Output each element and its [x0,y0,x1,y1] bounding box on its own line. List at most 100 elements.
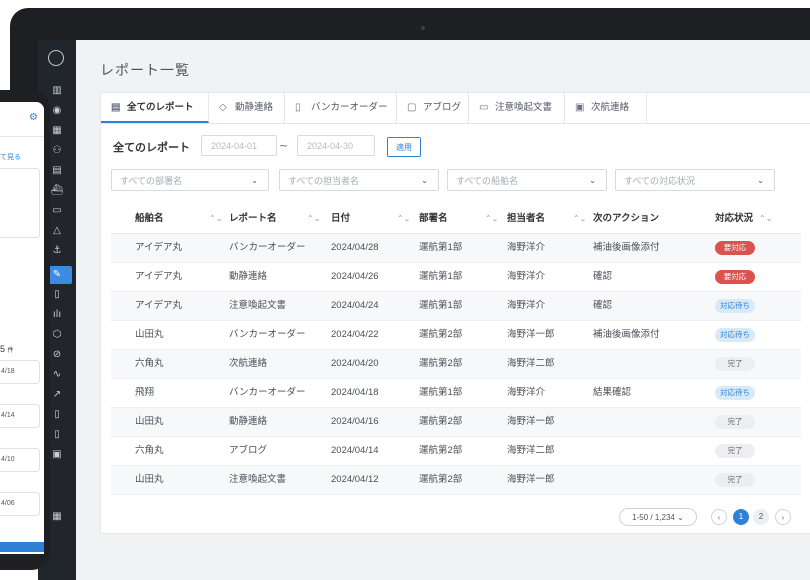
id-card-icon[interactable]: ▤ [50,164,64,178]
date-from-input[interactable]: 2024-04-01 [201,135,277,156]
file-icon[interactable]: ▯ [50,408,64,422]
cell-report: 動静連絡 [229,416,268,427]
building-icon[interactable]: ▦ [50,510,64,524]
tab-bunker-order[interactable]: ▯ バンカーオーダー [285,93,397,123]
table-row[interactable]: 山田丸 動静連絡 2024/04/16 運航第2部 海野洋一郎 完了 [111,408,801,437]
cell-date: 2024/04/16 [331,416,379,427]
person-select[interactable]: すべての担当者名 ⌄ [279,169,439,191]
message-icon: ▭ [479,102,489,113]
column-header-date[interactable]: 日付 [331,205,350,233]
date-to-input[interactable]: 2024-04-30 [297,135,375,156]
cell-date: 2024/04/22 [331,329,379,340]
tab-label: バンカーオーダー [311,102,388,113]
column-header-next-action[interactable]: 次のアクション [593,205,659,233]
column-header-ship[interactable]: 船舶名 [135,205,164,233]
status-badge: 対応待ち [715,299,755,313]
camera-icon[interactable]: ▭ [50,204,64,218]
pulse-icon[interactable]: ∿ [50,368,64,382]
cell-ship: 六角丸 [135,358,164,369]
sort-icon[interactable]: ⌃⌄ [397,205,410,233]
column-header-department[interactable]: 部署名 [419,205,448,233]
ship-select[interactable]: すべての船舶名 ⌄ [447,169,607,191]
sort-icon[interactable]: ⌃⌄ [759,205,772,233]
table-row[interactable]: アイデア丸 動静連絡 2024/04/26 運航第1部 海野洋介 確認 要対応 [111,263,801,292]
sort-icon[interactable]: ⌃⌄ [573,205,586,233]
tab-caution-document[interactable]: ▭ 注意喚起文書 [469,93,565,123]
document-icon: ▤ [111,102,121,113]
column-header-status[interactable]: 対応状況 [715,205,753,233]
tab-bar: ▤ 全てのレポート ◇ 動静連絡 ▯ バンカーオーダー ▢ アブログ ▭ 注意喚起文書 ▣… [101,93,810,124]
table-row[interactable]: 六角丸 アブログ 2024/04/14 運航第2部 海野洋二郎 完了 [111,437,801,466]
department-select[interactable]: すべての部署名 ⌄ [111,169,269,191]
shield-icon[interactable]: ⬡ [50,328,64,342]
page-1-button[interactable]: 1 [733,509,749,525]
page-size-select[interactable]: 1-50 / 1,234 ⌄ [619,508,697,526]
document-icon[interactable]: ▯ [50,288,64,302]
cell-dept: 運航第1部 [419,242,463,253]
status-badge: 要対応 [715,270,755,284]
file-text-icon[interactable]: ▯ [50,428,64,442]
table-row[interactable]: 六角丸 次航連絡 2024/04/20 運航第2部 海野洋二郎 完了 [111,350,801,379]
sort-icon[interactable]: ⌃⌄ [485,205,498,233]
phone-frame: ⚙ て見る 5 件 4/18 4/14 4/10 4/06 [0,90,50,570]
trend-icon[interactable]: ↗ [50,388,64,402]
phone-list-item[interactable]: 4/18 [0,360,40,384]
tab-movement[interactable]: ◇ 動静連絡 [209,93,285,123]
clipboard-icon: ▢ [407,102,417,113]
edit-icon[interactable]: ✎ [50,268,64,282]
cell-dept: 運航第2部 [419,474,463,485]
cell-date: 2024/04/12 [331,474,379,485]
tab-label: 動静連絡 [235,102,274,113]
apply-button[interactable]: 適用 [387,137,421,157]
cell-person: 海野洋二郎 [507,445,555,456]
table-row[interactable]: アイデア丸 注意喚起文書 2024/04/24 運航第1部 海野洋介 確認 対応待ち [111,292,801,321]
cell-ship: アイデア丸 [135,271,183,282]
film-icon[interactable]: ▦ [50,124,64,138]
phone-list-item[interactable]: 4/06 [0,492,40,516]
cell-ship: アイデア丸 [135,300,183,311]
sort-icon[interactable]: ⌃⌄ [209,205,222,233]
cell-date: 2024/04/24 [331,300,379,311]
ship-icon[interactable]: ⛴ [50,184,64,198]
select-placeholder: すべての担当者名 [288,176,360,186]
table-row[interactable]: アイデア丸 バンカーオーダー 2024/04/28 運航第1部 海野洋介 補油後画像添付 要… [111,234,801,263]
compass-icon[interactable]: ⊘ [50,348,64,362]
prev-page-button[interactable]: ‹ [711,509,727,525]
column-header-person[interactable]: 担当者名 [507,205,545,233]
cell-action: 確認 [593,271,613,282]
anchor-icon[interactable]: ⚓ [50,244,64,258]
page-2-button[interactable]: 2 [753,509,769,525]
table-row[interactable]: 山田丸 バンカーオーダー 2024/04/22 運航第2部 海野洋一郎 補油後画像添付 対応… [111,321,801,350]
phone-see-more-link[interactable]: て見る [0,152,21,162]
status-badge: 完了 [715,444,755,458]
table-row[interactable]: 飛翔 バンカーオーダー 2024/04/18 運航第1部 海野洋介 結果確認 対応待ち [111,379,801,408]
status-select[interactable]: すべての対応状況 ⌄ [615,169,775,191]
gear-icon[interactable]: ⚙ [29,112,38,123]
tab-label: 次航連絡 [591,102,630,113]
map-icon[interactable]: ▥ [50,84,64,98]
status-badge: 対応待ち [715,328,755,342]
sort-icon[interactable]: ⌃⌄ [307,205,320,233]
cell-report: 注意喚起文書 [229,474,287,485]
cell-ship: 六角丸 [135,445,164,456]
phone-list-item[interactable]: 4/14 [0,404,40,428]
cell-person: 海野洋介 [507,271,546,282]
table-icon[interactable]: ▣ [50,448,64,462]
column-header-report[interactable]: レポート名 [229,205,277,233]
users-icon[interactable]: ⚇ [50,144,64,158]
bar-chart-icon[interactable]: ılı [50,308,64,322]
table-row[interactable]: 山田丸 注意喚起文書 2024/04/12 運航第2部 海野洋一郎 完了 [111,466,801,495]
chevron-down-icon: ⌄ [589,176,596,185]
bell-icon[interactable]: △ [50,224,64,238]
cell-person: 海野洋二郎 [507,358,555,369]
tab-next-voyage[interactable]: ▣ 次航連絡 [565,93,647,123]
tab-all-reports[interactable]: ▤ 全てのレポート [101,93,209,123]
next-page-button[interactable]: › [775,509,791,525]
app-screen: ▥ ◉ ▦ ⚇ ▤ ⛴ ▭ △ ⚓ ✎ ▯ ılı ⬡ ⊘ ∿ ↗ ▯ ▯ ▣ … [38,40,810,580]
phone-list-item[interactable]: 4/10 [0,448,40,472]
phone-count: 5 件 [0,344,14,354]
location-icon[interactable]: ◉ [50,104,64,118]
tab-abulog[interactable]: ▢ アブログ [397,93,469,123]
fuel-icon: ▯ [295,102,301,113]
logo-icon [48,50,64,66]
